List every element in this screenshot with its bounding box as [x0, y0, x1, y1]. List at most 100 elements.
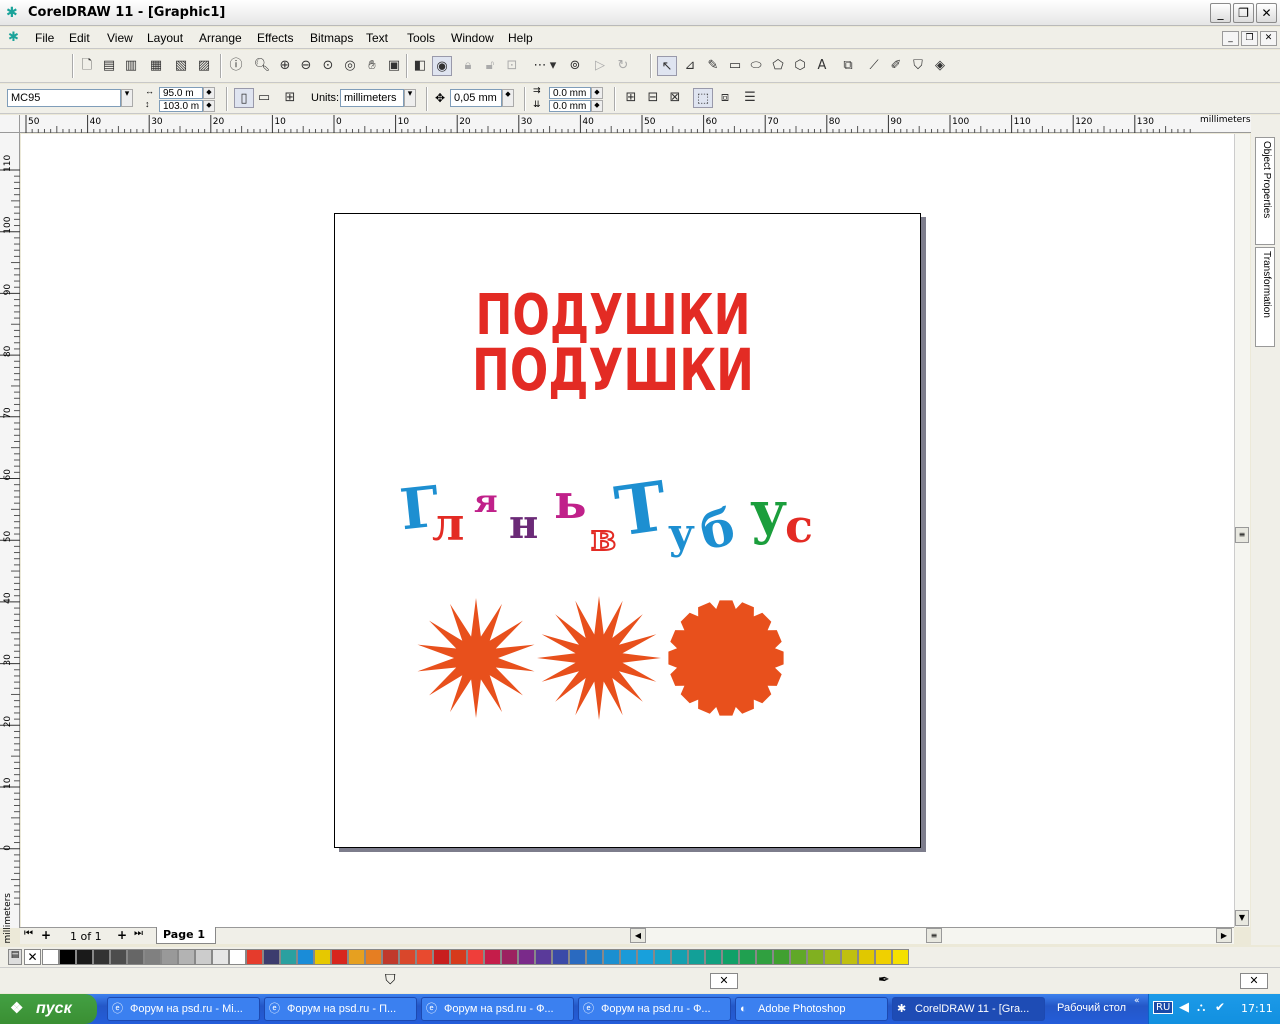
pillow-title-line-2[interactable]: ПОДУШКИ	[472, 336, 754, 404]
color-swatch[interactable]	[637, 949, 654, 965]
tab-transformation[interactable]: Transformation	[1255, 247, 1275, 347]
zoom-out-icon[interactable]: ⊖	[296, 56, 316, 76]
color-swatch[interactable]	[331, 949, 348, 965]
color-wheel-icon[interactable]: ◉	[432, 56, 452, 76]
color-swatch[interactable]	[892, 949, 909, 965]
shape-tool-icon[interactable]: ⊿	[680, 56, 700, 76]
color-swatch[interactable]	[484, 949, 501, 965]
doc-minimize-button[interactable]: _	[1222, 31, 1239, 46]
duplicate-y-stepper[interactable]: ◆	[591, 100, 603, 112]
zoom-page-icon[interactable]: ◎	[340, 56, 360, 76]
minimize-button[interactable]: _	[1210, 3, 1231, 23]
add-page-after-button[interactable]: +	[117, 928, 127, 942]
landscape-icon[interactable]: ▭	[254, 88, 274, 108]
page-width-input[interactable]: 95.0 m	[159, 87, 203, 99]
palette-menu-icon[interactable]: ▤	[8, 949, 22, 965]
horizontal-ruler[interactable]: 50 40 30 20 10 0 10 20 30 40 50 60 70 80 90 100 110 120 13…	[20, 115, 1254, 133]
scroll-down-button[interactable]: ▼	[1235, 910, 1249, 926]
first-page-button[interactable]: ⏮	[24, 928, 33, 939]
knife-tool-icon[interactable]: ✎	[703, 56, 723, 76]
open-icon[interactable]: ▤	[99, 56, 119, 76]
color-swatch[interactable]	[365, 949, 382, 965]
color-swatch[interactable]	[858, 949, 875, 965]
color-swatch[interactable]	[399, 949, 416, 965]
zoom-icon[interactable]: 🔍︎	[252, 56, 272, 76]
hand-icon[interactable]: ✋︎	[362, 56, 382, 76]
taskbar-item-forum-2[interactable]: ⓔ Форум на psd.ru - П...	[264, 997, 417, 1021]
chevron-up-icon[interactable]: «	[1134, 996, 1140, 1006]
back-icon[interactable]: ◀	[1179, 1000, 1189, 1015]
nudge-stepper[interactable]: ◆	[502, 89, 514, 107]
color-swatch[interactable]	[195, 949, 212, 965]
rectangle-tool-icon[interactable]: ▭	[725, 56, 745, 76]
scroll-left-button[interactable]: ◀	[630, 928, 646, 943]
polygon-tool-icon[interactable]: ⬠	[768, 56, 788, 76]
tab-object-properties[interactable]: Object Properties	[1255, 137, 1275, 245]
letter-ya[interactable]: я	[474, 482, 498, 520]
print-icon[interactable]: ▦	[146, 56, 166, 76]
fill-tool-icon[interactable]: ⛉	[908, 56, 928, 76]
treat-as-filled-icon[interactable]: ⬚	[693, 88, 713, 108]
letter-u2[interactable]: у	[750, 478, 787, 546]
menu-view[interactable]: View	[107, 31, 133, 45]
restore-button[interactable]: ❐	[1233, 3, 1254, 23]
menu-layout[interactable]: Layout	[147, 31, 183, 45]
color-swatch[interactable]	[280, 949, 297, 965]
guidelines-snap-icon[interactable]: ⊟	[643, 88, 663, 108]
draw-behind-icon[interactable]: ⧈	[715, 88, 735, 108]
node-tool-icon[interactable]: ⋯	[530, 56, 550, 76]
color-swatch[interactable]	[161, 949, 178, 965]
letter-b[interactable]: б	[695, 497, 740, 562]
menu-tools[interactable]: Tools	[407, 31, 435, 45]
menu-effects[interactable]: Effects	[257, 31, 293, 45]
letter-v[interactable]: в	[590, 516, 617, 560]
letter-l[interactable]: л	[432, 497, 464, 551]
taskbar-item-forum-4[interactable]: ⓔ Форум на psd.ru - Ф...	[578, 997, 731, 1021]
zoom-fit-icon[interactable]: ⊙	[318, 56, 338, 76]
doc-restore-button[interactable]: ❐	[1241, 31, 1258, 46]
color-swatch[interactable]	[756, 949, 773, 965]
color-swatch[interactable]	[314, 949, 331, 965]
color-swatch[interactable]	[739, 949, 756, 965]
page-layout-icon[interactable]: ⊞	[280, 88, 300, 108]
letter-n[interactable]: н	[509, 501, 538, 548]
grid-snap-icon[interactable]: ⊞	[621, 88, 641, 108]
vertical-scrollbar[interactable]: ≡ ▼	[1234, 134, 1250, 927]
star-shape-1[interactable]	[417, 598, 535, 718]
horizontal-scrollbar[interactable]: ◀ ≡ ▶	[630, 927, 1234, 944]
color-swatch[interactable]	[535, 949, 552, 965]
color-swatch[interactable]	[705, 949, 722, 965]
menu-edit[interactable]: Edit	[69, 31, 90, 45]
chevron-down-icon[interactable]: ▾	[548, 56, 558, 76]
taskbar-item-forum-1[interactable]: ⓔ Форум на psd.ru - Mi...	[107, 997, 260, 1021]
color-swatch[interactable]	[144, 949, 161, 965]
tab-page-1[interactable]: Page 1	[156, 927, 216, 944]
color-swatch[interactable]	[297, 949, 314, 965]
duplicate-y-input[interactable]: 0.0 mm	[549, 100, 591, 112]
color-swatch[interactable]	[382, 949, 399, 965]
color-swatch[interactable]	[42, 949, 59, 965]
copy-icon[interactable]: ▨	[194, 56, 214, 76]
text-tool-icon[interactable]: A	[812, 56, 832, 76]
color-swatch[interactable]	[552, 949, 569, 965]
scroll-thumb[interactable]: ≡	[1235, 527, 1249, 543]
star-shape-2[interactable]	[537, 596, 661, 720]
document-menu-icon[interactable]: ✱	[8, 30, 19, 45]
objects-snap-icon[interactable]: ⊠	[665, 88, 685, 108]
letter-u[interactable]: у	[668, 509, 695, 558]
letter-s[interactable]: с	[785, 499, 813, 553]
close-button[interactable]: ✕	[1256, 3, 1277, 23]
interactive-blend-icon[interactable]: ⧉	[838, 56, 858, 76]
color-swatch[interactable]	[127, 949, 144, 965]
preview-icon[interactable]: ◧	[410, 56, 430, 76]
last-page-button[interactable]: ⏭	[134, 928, 143, 939]
eyedropper-icon[interactable]: ⟋	[864, 56, 884, 76]
color-swatch[interactable]	[501, 949, 518, 965]
outline-tool-icon[interactable]: ✐	[886, 56, 906, 76]
color-swatch[interactable]	[76, 949, 93, 965]
taskbar-item-coreldraw[interactable]: ✱ CorelDRAW 11 - [Gra...	[892, 997, 1045, 1021]
color-swatch[interactable]	[93, 949, 110, 965]
color-swatch[interactable]	[518, 949, 535, 965]
doc-close-button[interactable]: ✕	[1260, 31, 1277, 46]
scroll-right-button[interactable]: ▶	[1216, 928, 1232, 943]
